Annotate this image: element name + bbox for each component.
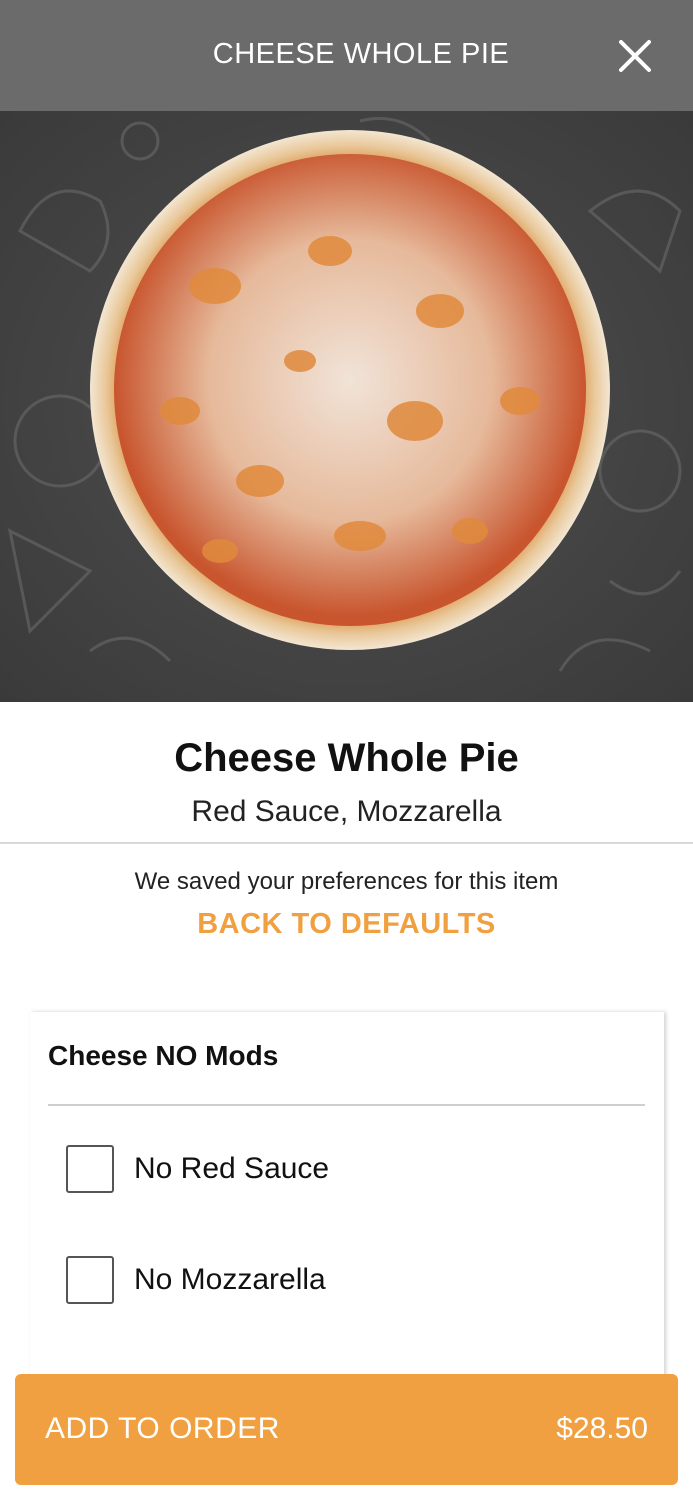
- modifier-option-label: No Mozzarella: [134, 1263, 326, 1296]
- item-description: Red Sauce, Mozzarella: [191, 795, 502, 828]
- page-title: CHEESE WHOLE PIE: [212, 38, 510, 70]
- item-name: Cheese Whole Pie: [174, 736, 519, 780]
- divider: [48, 1104, 645, 1106]
- header-bar: CHEESE WHOLE PIE: [0, 0, 693, 111]
- modifier-group-title: Cheese NO Mods: [48, 1040, 279, 1071]
- add-to-order-label: ADD TO ORDER: [45, 1412, 280, 1445]
- order-price: $28.50: [556, 1412, 648, 1445]
- checkbox[interactable]: [66, 1145, 114, 1193]
- modifier-option-no-mozzarella[interactable]: No Mozzarella: [66, 1255, 326, 1305]
- modifier-option-label: No Red Sauce: [134, 1152, 330, 1185]
- modifier-option-no-red-sauce[interactable]: No Red Sauce: [66, 1144, 329, 1194]
- back-to-defaults-link[interactable]: BACK TO DEFAULTS: [0, 908, 693, 941]
- modifier-group-card: Cheese NO Mods No Red Sauce No Mozzarell…: [30, 1012, 664, 1412]
- add-to-order-button[interactable]: ADD TO ORDER $28.50: [15, 1374, 678, 1485]
- divider: [0, 842, 693, 844]
- saved-preferences-message: We saved your preferences for this item: [134, 868, 559, 895]
- checkbox[interactable]: [66, 1256, 114, 1304]
- item-hero-image: [0, 111, 693, 702]
- close-icon: [619, 40, 651, 72]
- close-button[interactable]: [612, 33, 658, 79]
- pizza-image: [7, 117, 682, 672]
